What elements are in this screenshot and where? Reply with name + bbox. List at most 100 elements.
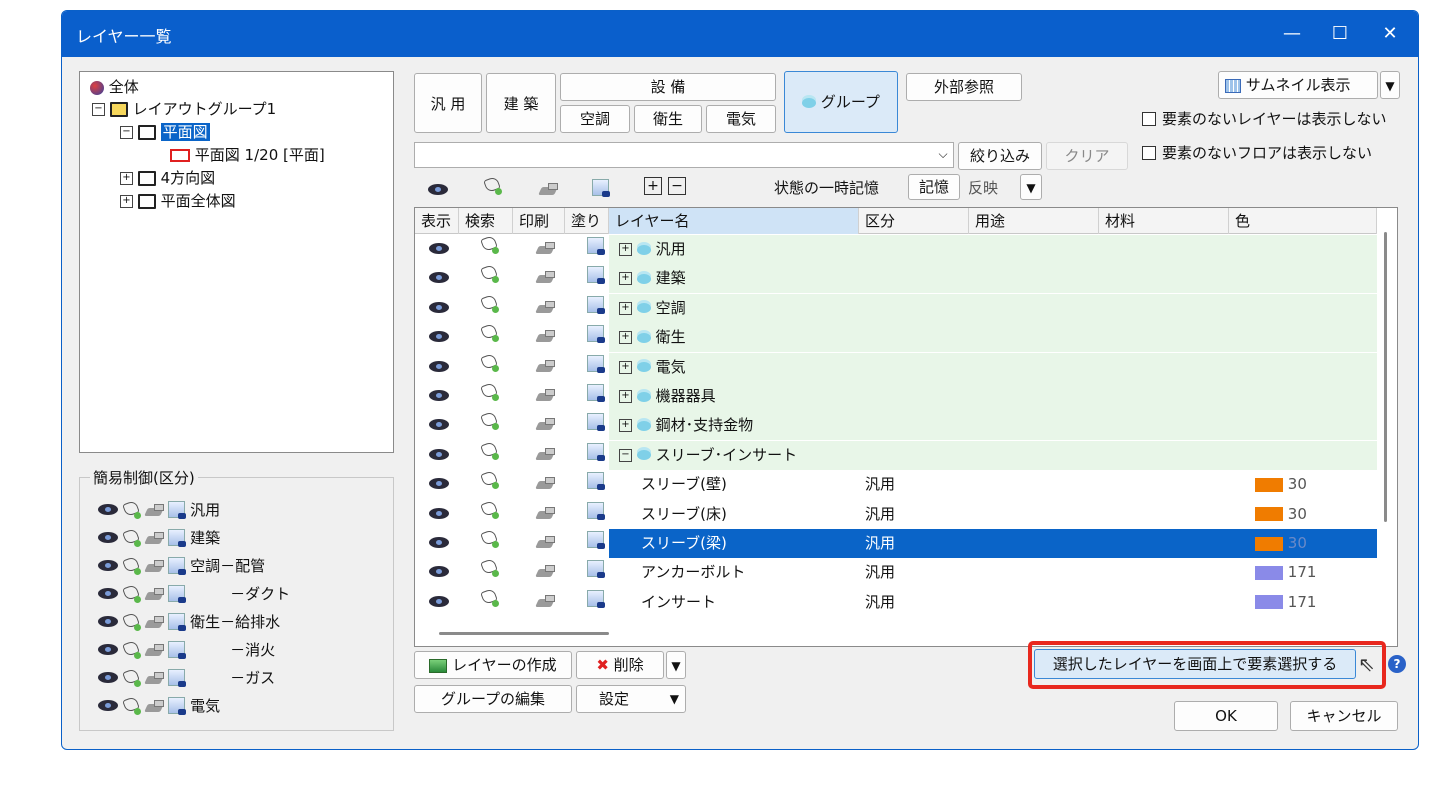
hvac-category-button[interactable]: 空調 [560, 105, 630, 133]
collapse-icon[interactable]: − [120, 126, 133, 139]
fill-icon[interactable] [168, 557, 187, 575]
filter-input[interactable] [414, 142, 954, 168]
fill-toggle[interactable] [587, 529, 605, 558]
layer-row[interactable]: スリーブ(梁) 汎用 30 [415, 529, 1377, 558]
print-toggle[interactable] [537, 323, 555, 352]
column-header[interactable]: 色 [1229, 208, 1377, 234]
fill-toggle[interactable] [587, 353, 605, 382]
print-toggle[interactable] [537, 294, 555, 323]
eye-icon[interactable] [98, 560, 118, 571]
simple-control-row[interactable]: －ガス [98, 667, 275, 697]
tree-item-plan[interactable]: − 平面図 [120, 121, 210, 143]
external-reference-button[interactable]: 外部参照 [906, 73, 1022, 101]
search-toggle[interactable] [481, 264, 499, 293]
eye-icon[interactable] [98, 616, 118, 627]
tree-root[interactable]: 全体 [90, 76, 139, 98]
sanitary-category-button[interactable]: 衛生 [634, 105, 702, 133]
cancel-button[interactable]: キャンセル [1290, 701, 1398, 731]
print-toggle[interactable] [537, 264, 555, 293]
group-name-cell[interactable]: + 鋼材･支持金物 [609, 411, 1377, 441]
visibility-toggle[interactable] [429, 558, 449, 587]
narrow-down-button[interactable]: 絞り込み [958, 142, 1042, 170]
search-icon[interactable] [123, 501, 141, 519]
eye-icon[interactable] [98, 700, 118, 711]
simple-control-row[interactable]: 空調－配管 [98, 555, 265, 585]
column-header[interactable]: 材料 [1099, 208, 1229, 234]
expand-icon[interactable]: + [619, 390, 632, 403]
fill-toggle[interactable] [587, 294, 605, 323]
print-icon[interactable] [146, 671, 164, 684]
maximize-button[interactable]: ☐ [1314, 11, 1366, 57]
simple-control-row[interactable]: －消火 [98, 639, 275, 669]
print-toggle[interactable] [537, 382, 555, 411]
layer-row[interactable]: スリーブ(壁) 汎用 30 [415, 470, 1375, 499]
visibility-toggle[interactable] [429, 441, 449, 470]
print-icon[interactable] [146, 587, 164, 600]
fill-toggle[interactable] [587, 500, 605, 529]
search-toggle[interactable] [481, 588, 499, 617]
fill-toggle[interactable] [587, 558, 605, 587]
eye-icon[interactable] [98, 504, 118, 515]
column-header[interactable]: 検索 [459, 208, 513, 234]
tree-item-plan-child[interactable]: 平面図 1/20 [平面] [170, 144, 325, 166]
delete-dropdown[interactable]: ▼ [666, 651, 686, 679]
collapse-all-icon[interactable]: − [668, 177, 686, 195]
eye-icon[interactable] [98, 672, 118, 683]
group-row[interactable]: + 鋼材･支持金物 [415, 411, 1377, 441]
equipment-category-button[interactable]: 設 備 [560, 73, 776, 101]
group-name-cell[interactable]: + 汎用 [609, 235, 1377, 264]
expand-icon[interactable]: + [619, 331, 632, 345]
print-icon[interactable] [146, 699, 164, 712]
fill-icon[interactable] [168, 613, 187, 631]
layer-color[interactable]: 171 [1255, 558, 1316, 587]
group-row[interactable]: + 汎用 [415, 235, 1377, 264]
apply-state-dropdown[interactable]: ▼ [1020, 174, 1042, 200]
eye-icon[interactable] [98, 588, 118, 599]
floor-tree[interactable]: 全体 − レイアウトグループ1 − 平面図 平面図 1/20 [平面] + 4方… [79, 71, 394, 453]
expand-icon[interactable]: + [619, 301, 632, 315]
toggle-search-all[interactable] [484, 177, 502, 199]
print-icon[interactable] [146, 503, 164, 516]
search-icon[interactable] [123, 641, 141, 659]
thumbnail-display-button[interactable]: サムネイル表示 [1218, 71, 1378, 99]
group-category-button[interactable]: グループ [784, 71, 898, 133]
visibility-toggle[interactable] [429, 235, 449, 264]
group-row[interactable]: − スリーブ･インサート [415, 440, 1377, 470]
layer-row[interactable]: インサート 汎用 171 [415, 588, 1375, 617]
search-icon[interactable] [123, 669, 141, 687]
fill-toggle[interactable] [587, 441, 605, 470]
ok-button[interactable]: OK [1174, 701, 1278, 731]
search-icon[interactable] [123, 613, 141, 631]
group-name-cell[interactable]: + 機器器具 [609, 382, 1377, 411]
layer-color[interactable]: 30 [1255, 529, 1307, 558]
expand-icon[interactable]: + [120, 195, 133, 208]
visibility-toggle[interactable] [429, 500, 449, 529]
print-icon[interactable] [146, 615, 164, 628]
group-row[interactable]: + 空調 [415, 293, 1377, 323]
save-state-button[interactable]: 記憶 [908, 174, 960, 200]
fill-toggle[interactable] [587, 323, 605, 352]
search-toggle[interactable] [481, 558, 499, 587]
filter-dropdown-arrow[interactable]: ⌵ [932, 142, 954, 168]
fill-icon[interactable] [168, 641, 187, 659]
layer-color[interactable]: 30 [1255, 500, 1307, 529]
vertical-scrollbar[interactable] [1384, 232, 1387, 522]
group-name-cell[interactable]: + 電気 [609, 352, 1377, 382]
fill-icon[interactable] [168, 529, 187, 547]
toggle-print-all[interactable] [540, 181, 558, 199]
edit-group-button[interactable]: グループの編集 [414, 685, 572, 713]
hide-empty-floors-checkbox[interactable] [1142, 146, 1156, 160]
delete-button[interactable]: ✖ 削除 [576, 651, 664, 679]
fill-toggle[interactable] [587, 411, 605, 440]
print-toggle[interactable] [537, 411, 555, 440]
hide-empty-layers-checkbox[interactable] [1142, 112, 1156, 126]
group-name-cell[interactable]: − スリーブ･インサート [609, 440, 1377, 470]
tree-item-overall[interactable]: + 平面全体図 [120, 190, 236, 212]
fill-toggle[interactable] [587, 588, 605, 617]
toggle-visibility-all[interactable] [428, 181, 448, 199]
group-row[interactable]: + 機器器具 [415, 382, 1377, 411]
group-name-cell[interactable]: + 空調 [609, 293, 1377, 323]
print-toggle[interactable] [537, 500, 555, 529]
print-toggle[interactable] [537, 353, 555, 382]
collapse-icon[interactable]: − [92, 103, 105, 116]
